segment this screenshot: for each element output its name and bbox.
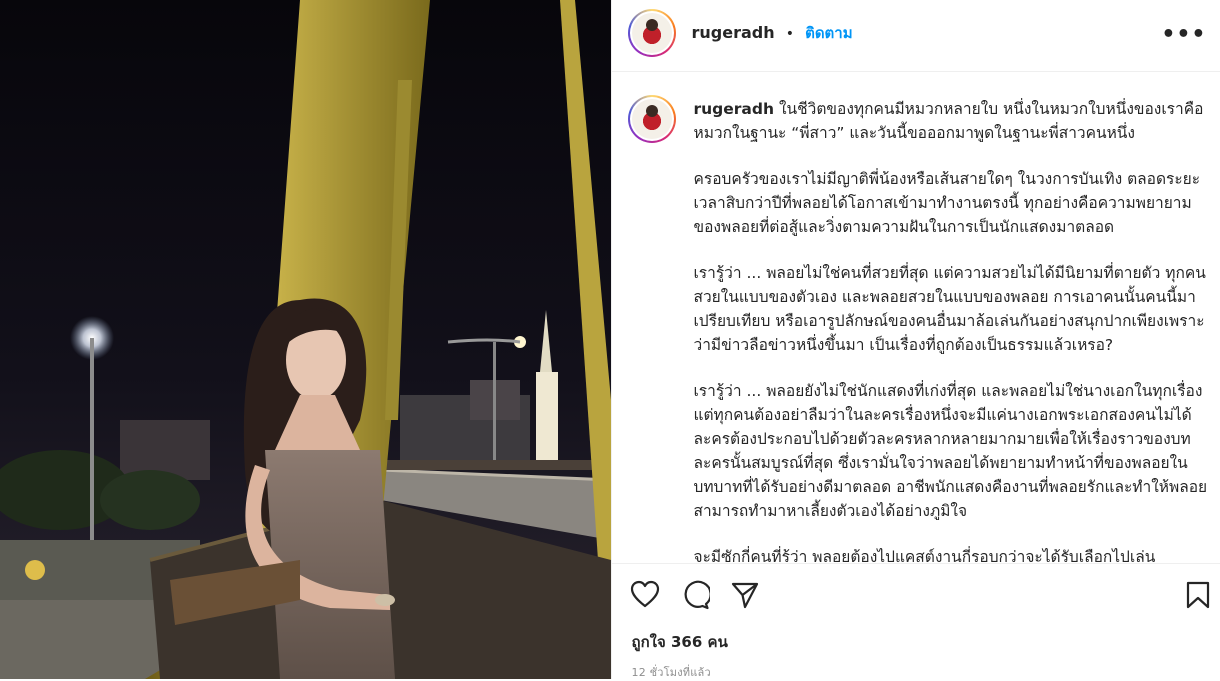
night-bridge-photo [0, 0, 611, 679]
post-photo[interactable] [0, 0, 611, 679]
caption-scroll-area[interactable]: rugeradh ในชีวิตของทุกคนมีหมวกหลายใบ หนึ… [612, 72, 1220, 562]
caption-paragraph: ครอบครัวของเราไม่มีญาติพี่น้องหรือเส้นสา… [694, 167, 1214, 239]
caption-username[interactable]: rugeradh [694, 100, 775, 118]
likes-count[interactable]: ถูกใจ 366 คน [632, 630, 728, 654]
caption-paragraph: เรารู้ว่า ... พลอยยังไม่ใช่นักแสดงที่เก่… [694, 379, 1214, 523]
author-username[interactable]: rugeradh [692, 23, 775, 42]
post-header: rugeradh • ติดตาม ••• [612, 0, 1220, 72]
comment-icon[interactable] [680, 580, 710, 614]
caption-paragraph: จะมีซักกี่คนที่รู้ว่า พลอยต้องไปแคสต์งาน… [694, 545, 1214, 562]
post-caption: rugeradh ในชีวิตของทุกคนมีหมวกหลายใบ หนึ… [694, 97, 1214, 562]
author-avatar[interactable] [628, 9, 676, 57]
header-user-row: rugeradh • ติดตาม [692, 21, 853, 45]
bookmark-icon[interactable] [1185, 580, 1211, 614]
separator-dot: • [786, 26, 794, 42]
caption-paragraph: เรารู้ว่า ... พลอยไม่ใช่คนที่สวยที่สุด แ… [694, 261, 1214, 357]
share-icon[interactable] [730, 580, 760, 614]
caption-author-avatar[interactable] [628, 95, 676, 143]
instagram-post: rugeradh • ติดตาม ••• rugeradh ในชีวิตขอ… [0, 0, 1220, 679]
post-actions: ถูกใจ 366 คน 12 ชั่วโมงที่แล้ว [612, 563, 1220, 680]
post-side-panel: rugeradh • ติดตาม ••• rugeradh ในชีวิตขอ… [611, 0, 1220, 679]
follow-button[interactable]: ติดตาม [805, 24, 853, 42]
post-timestamp[interactable]: 12 ชั่วโมงที่แล้ว [632, 663, 711, 681]
heart-icon[interactable] [630, 580, 660, 612]
caption-paragraph: rugeradh ในชีวิตของทุกคนมีหมวกหลายใบ หนึ… [694, 97, 1214, 145]
more-options-icon[interactable]: ••• [1161, 22, 1206, 47]
